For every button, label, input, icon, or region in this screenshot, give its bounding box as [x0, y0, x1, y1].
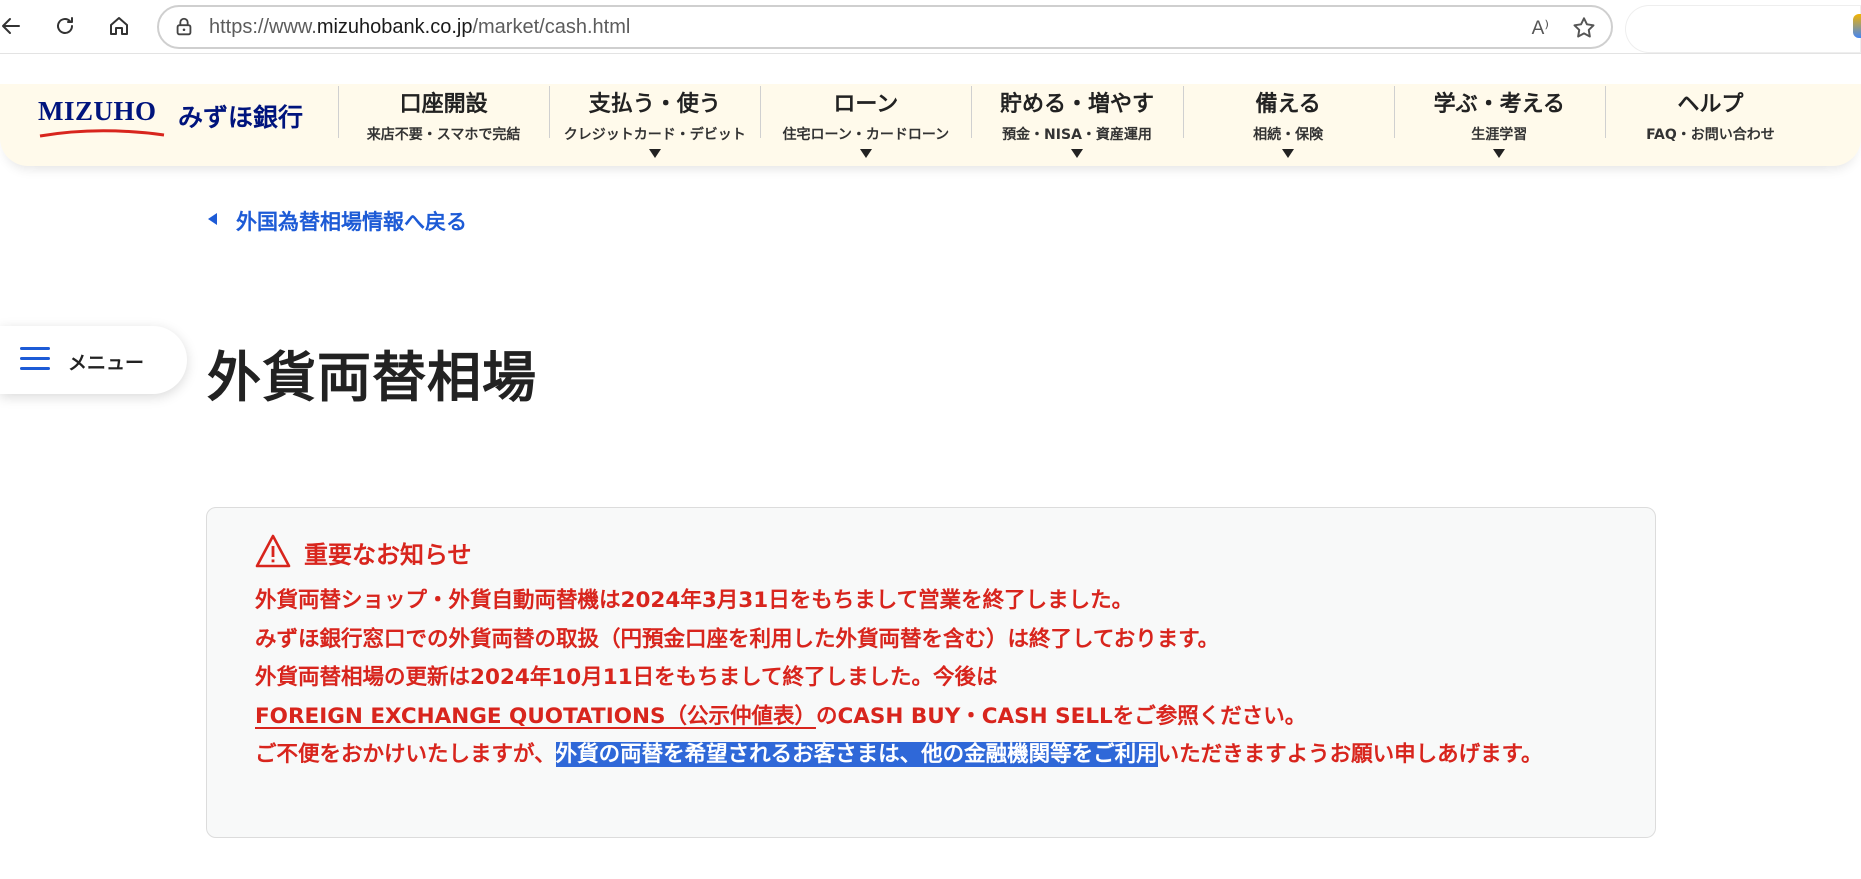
notice-text: いただきますようお願い申しあげます。 [1157, 742, 1543, 767]
notice-heading: 重要なお知らせ [304, 541, 472, 569]
nav-title: 貯める・増やす [999, 92, 1154, 117]
caret-down-icon[interactable] [1282, 149, 1295, 158]
caret-down-icon[interactable] [648, 149, 661, 158]
nav-subtitle: 住宅ローン・カードローン [782, 127, 950, 143]
nav-title: 学ぶ・考える [1433, 92, 1565, 117]
url-text[interactable]: https://www.mizuhobank.co.jp/market/cash… [209, 16, 630, 39]
hamburger-icon [20, 347, 50, 371]
page-title: 外貨両替相場 [207, 346, 537, 409]
warning-icon [255, 534, 291, 568]
back-to-fx-link[interactable]: 外国為替相場情報へ戻る [236, 206, 467, 236]
copilot-icon[interactable] [1853, 14, 1861, 38]
back-triangle-icon[interactable] [208, 213, 217, 225]
refresh-icon[interactable] [48, 9, 82, 43]
nav-title: ローン [833, 92, 899, 117]
nav-title: ヘルプ [1677, 92, 1744, 117]
notice-text: ご不便をおかけいたしますが、 [255, 742, 556, 767]
notice-line: FOREIGN EXCHANGE QUOTATIONS（公示仲値表）のCASH … [255, 698, 1620, 737]
nav-title: 口座開設 [399, 92, 488, 117]
caret-down-icon[interactable] [1493, 149, 1506, 158]
profile-area[interactable] [1625, 5, 1861, 53]
fx-quotations-link[interactable]: FOREIGN EXCHANGE QUOTATIONS（公示仲値表） [255, 704, 816, 729]
nav-title: 支払う・使う [588, 92, 721, 117]
notice-body: 外貨両替ショップ・外貨自動両替機は2024年3月31日をもちまして営業を終了しま… [255, 582, 1620, 775]
notice-line: 外貨両替ショップ・外貨自動両替機は2024年3月31日をもちまして営業を終了しま… [255, 588, 1134, 613]
nav-title: 備える [1255, 92, 1321, 117]
nav-subtitle: 預金・NISA・資産運用 [1002, 127, 1152, 143]
nav-subtitle: 相続・保険 [1253, 127, 1324, 143]
nav-item-prepare[interactable]: 備える 相続・保険 [1182, 84, 1394, 158]
side-menu-button[interactable]: メニュー [0, 326, 187, 394]
nav-item-help[interactable]: ヘルプ FAQ・お問い合わせ [1604, 84, 1816, 146]
nav-item-account[interactable]: 口座開設 来店不要・スマホで完結 [338, 84, 549, 146]
nav-item-learn[interactable]: 学ぶ・考える 生涯学習 [1393, 84, 1605, 158]
notice-line: 外貨両替相場の更新は2024年10月11日をもちまして終了しました。今後は [255, 665, 998, 690]
nav-item-loan[interactable]: ローン 住宅ローン・カードローン [760, 84, 971, 158]
nav-item-save[interactable]: 貯める・増やす 預金・NISA・資産運用 [971, 84, 1182, 158]
nav-item-pay[interactable]: 支払う・使う クレジットカード・デビット [549, 84, 760, 158]
important-notice: 重要なお知らせ 外貨両替ショップ・外貨自動両替機は2024年3月31日をもちまし… [206, 507, 1656, 838]
notice-text: のCASH BUY・CASH SELLをご参照ください。 [815, 703, 1307, 729]
back-arrow-icon[interactable] [0, 9, 28, 43]
notice-line: ご不便をおかけいたしますが、外貨の両替を希望されるお客さまは、他の金融機関等をご… [255, 736, 1620, 775]
selected-text[interactable]: 外貨の両替を希望されるお客さまは、他の金融機関等をご利用 [555, 742, 1158, 767]
caret-down-icon[interactable] [1070, 149, 1083, 158]
favorite-star-icon[interactable] [1571, 15, 1597, 41]
global-nav: 口座開設 来店不要・スマホで完結 支払う・使う クレジットカード・デビット ロー… [338, 84, 1816, 158]
read-aloud-icon[interactable]: A⁾ [1532, 17, 1549, 40]
nav-subtitle: クレジットカード・デビット [563, 127, 746, 143]
lock-icon[interactable] [173, 16, 195, 38]
logo-swoosh-icon [39, 129, 165, 138]
nav-subtitle: FAQ・お問い合わせ [1646, 127, 1775, 143]
logo-jp-text: みずほ銀行 [178, 103, 304, 132]
logo-en-text: MIZUHO [38, 96, 157, 126]
notice-line: みずほ銀行窓口での外貨両替の取扱（円預金口座を利用した外貨両替を含む）は終了して… [255, 626, 1220, 652]
caret-down-icon[interactable] [859, 149, 872, 158]
address-bar[interactable]: https://www.mizuhobank.co.jp/market/cash… [157, 5, 1613, 49]
nav-subtitle: 生涯学習 [1471, 127, 1528, 143]
home-icon[interactable] [102, 9, 136, 43]
browser-toolbar: https://www.mizuhobank.co.jp/market/cash… [0, 0, 1861, 54]
nav-subtitle: 来店不要・スマホで完結 [366, 127, 521, 143]
side-menu-label: メニュー [68, 352, 145, 374]
